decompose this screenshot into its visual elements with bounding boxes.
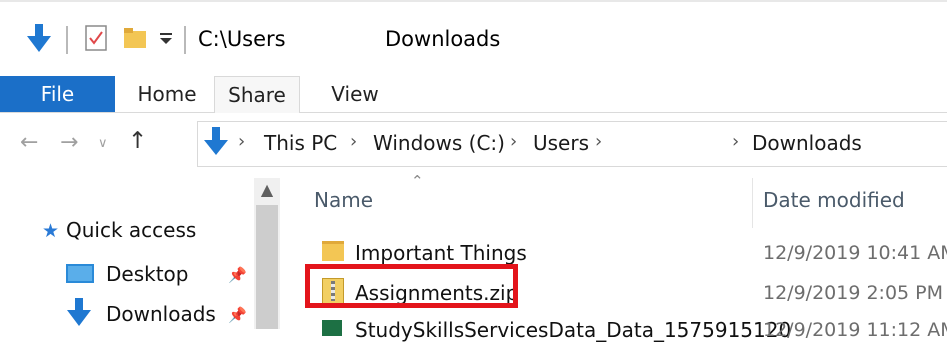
scroll-up-icon[interactable]: ▲ — [257, 180, 277, 200]
breadcrumb-downloads[interactable]: Downloads — [752, 131, 862, 155]
column-header-date-modified[interactable]: Date modified — [763, 188, 905, 212]
highlight-annotation-box — [305, 264, 518, 308]
nav-item-downloads[interactable]: Downloads — [106, 302, 216, 326]
breadcrumb-users[interactable]: Users — [533, 131, 589, 155]
forward-arrow-icon[interactable]: → — [60, 130, 78, 155]
tab-file[interactable]: File — [0, 76, 115, 112]
breadcrumb-windows-c[interactable]: Windows (C:) — [373, 131, 505, 155]
back-arrow-icon[interactable]: ← — [20, 130, 38, 155]
column-header-name[interactable]: Name — [314, 188, 373, 212]
file-name-important-things[interactable]: Important Things — [355, 241, 527, 265]
tab-view[interactable]: View — [313, 76, 397, 112]
downloads-icon — [67, 298, 91, 326]
file-date: 12/9/2019 11:12 AM — [763, 319, 947, 341]
arrow-down-icon[interactable] — [26, 24, 52, 54]
new-folder-icon[interactable] — [123, 26, 147, 50]
properties-icon[interactable] — [85, 25, 107, 51]
recent-locations-icon[interactable]: ∨ — [98, 136, 108, 151]
chevron-right-icon[interactable]: › — [510, 131, 517, 152]
excel-icon — [322, 320, 342, 336]
file-date: 12/9/2019 2:05 PM — [763, 282, 944, 304]
toolbar-separator — [66, 26, 68, 54]
chevron-right-icon[interactable]: › — [732, 131, 739, 152]
sort-ascending-icon: ⌃ — [411, 172, 424, 190]
chevron-right-icon[interactable]: › — [350, 131, 357, 152]
downloads-location-icon — [204, 127, 228, 155]
pin-icon[interactable]: 📌 — [228, 306, 247, 324]
column-divider[interactable] — [752, 178, 753, 228]
pin-icon[interactable]: 📌 — [228, 266, 247, 284]
chevron-right-icon[interactable]: › — [238, 131, 245, 152]
quick-access-star-icon: ★ — [42, 220, 60, 242]
breadcrumb-this-pc[interactable]: This PC — [264, 131, 337, 155]
nav-item-desktop[interactable]: Desktop — [106, 262, 188, 286]
tab-home[interactable]: Home — [125, 76, 209, 112]
customize-toolbar-icon[interactable] — [158, 32, 174, 46]
file-date: 12/9/2019 10:41 AM — [763, 242, 947, 264]
toolbar-separator — [184, 26, 186, 54]
folder-icon — [322, 241, 344, 261]
chevron-right-icon[interactable]: › — [595, 131, 602, 152]
nav-item-quick-access[interactable]: Quick access — [66, 218, 196, 242]
window-title-path: C:\Users — [198, 27, 286, 51]
desktop-icon — [66, 264, 94, 283]
up-arrow-icon[interactable]: ↑ — [128, 128, 147, 154]
file-name-studyskills-data[interactable]: StudySkillsServicesData_Data_1575915120 — [355, 318, 791, 342]
nav-scrollbar-thumb[interactable] — [256, 205, 278, 329]
tab-share[interactable]: Share — [214, 76, 300, 113]
window-title-folder: Downloads — [385, 27, 501, 51]
window-top-border — [0, 0, 947, 2]
